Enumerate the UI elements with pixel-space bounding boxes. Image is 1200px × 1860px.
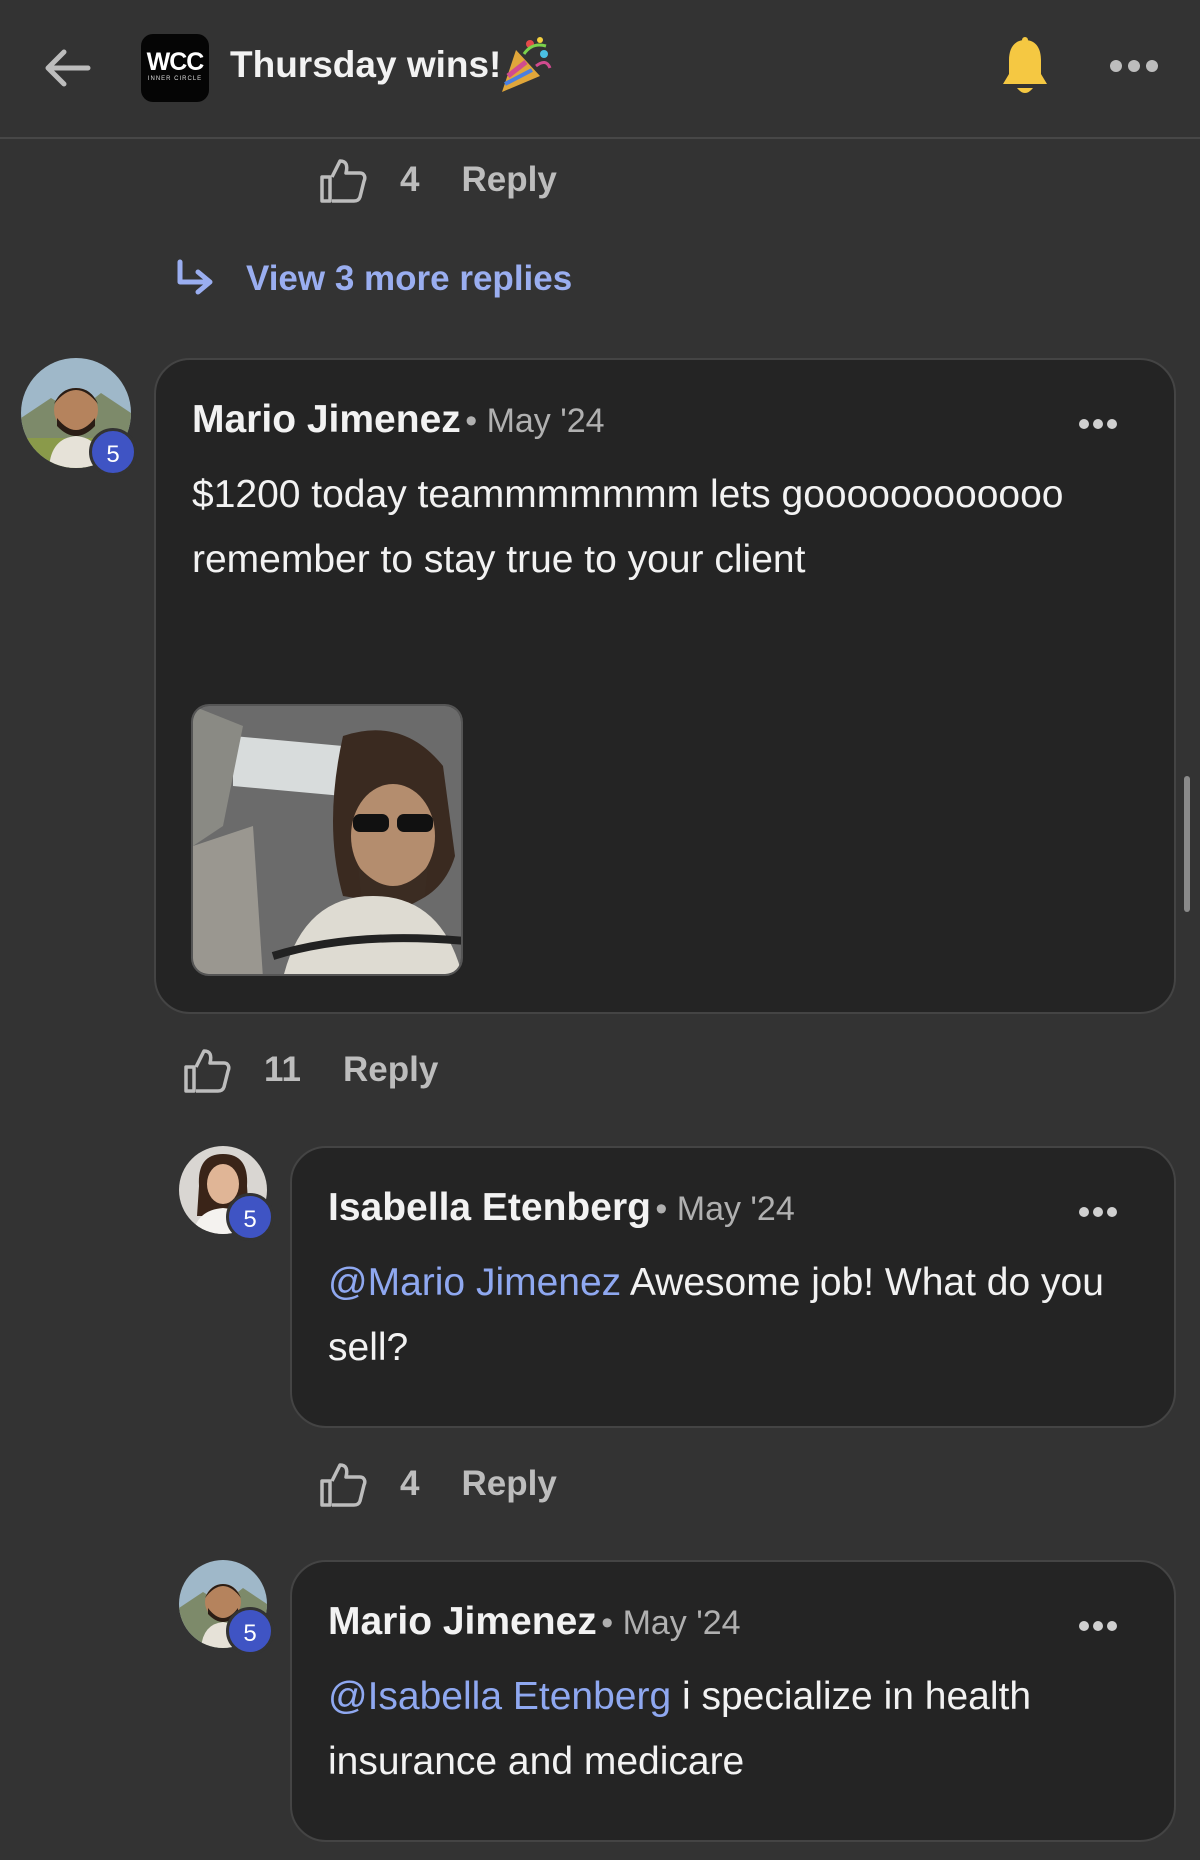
party-popper-icon — [502, 37, 552, 92]
comment-options-icon[interactable] — [1078, 417, 1118, 431]
like-count: 4 — [400, 160, 420, 199]
page-title: Thursday wins! — [230, 44, 502, 85]
comment-header: Mario Jimenez • May '24 — [192, 398, 605, 442]
reply-button[interactable]: Reply — [461, 160, 556, 200]
author-name[interactable]: Isabella Etenberg — [328, 1186, 651, 1229]
like-count: 4 — [400, 1464, 420, 1503]
group-logo[interactable]: WCC INNER CIRCLE — [141, 34, 209, 102]
user-mention[interactable]: @Mario Jimenez — [328, 1261, 621, 1304]
comment-date: • May '24 — [465, 402, 605, 440]
comment-header: Isabella Etenberg • May '24 — [328, 1186, 795, 1230]
thumbs-up-icon[interactable] — [182, 1045, 232, 1095]
reply-arrow-icon — [177, 259, 213, 295]
comment-actions: 4 Reply — [318, 152, 557, 208]
thumbs-up-icon[interactable] — [318, 1459, 368, 1509]
attached-gif[interactable] — [191, 704, 463, 976]
comment-options-icon[interactable] — [1078, 1205, 1118, 1219]
level-badge: 5 — [226, 1607, 274, 1655]
logo-text: WCC — [146, 48, 205, 76]
scrollbar[interactable] — [1184, 776, 1190, 912]
reply-button[interactable]: Reply — [461, 1464, 556, 1504]
comment-text: $1200 today teammmmmmm lets gooooooooooo… — [192, 473, 1064, 581]
author-name[interactable]: Mario Jimenez — [328, 1600, 597, 1643]
more-options-icon[interactable] — [1108, 56, 1160, 76]
back-arrow-icon[interactable] — [40, 40, 96, 96]
comment-date: • May '24 — [601, 1604, 741, 1642]
level-badge: 5 — [89, 428, 137, 476]
user-mention[interactable]: @Isabella Etenberg — [328, 1675, 671, 1718]
level-badge: 5 — [226, 1193, 274, 1241]
logo-subtext: INNER CIRCLE — [147, 76, 203, 82]
like-count: 11 — [264, 1050, 301, 1089]
comment-date: • May '24 — [655, 1190, 795, 1228]
gif-image — [193, 706, 461, 974]
view-more-label: View 3 more replies — [246, 259, 573, 298]
view-more-replies[interactable]: View 3 more replies — [174, 258, 572, 300]
reply-button[interactable]: Reply — [343, 1050, 438, 1090]
comment-actions: 11 Reply — [182, 1042, 438, 1098]
comment-options-icon[interactable] — [1078, 1619, 1118, 1633]
notification-bell-icon[interactable] — [1000, 36, 1050, 98]
comment-text: @Mario Jimenez Awesome job! What do you … — [328, 1250, 1148, 1380]
thumbs-up-icon[interactable] — [318, 155, 368, 205]
comment-text: @Isabella Etenberg i specialize in healt… — [328, 1664, 1148, 1794]
comment-actions: 4 Reply — [318, 1456, 557, 1512]
author-name[interactable]: Mario Jimenez — [192, 398, 461, 441]
comment-header: Mario Jimenez • May '24 — [328, 1600, 741, 1644]
